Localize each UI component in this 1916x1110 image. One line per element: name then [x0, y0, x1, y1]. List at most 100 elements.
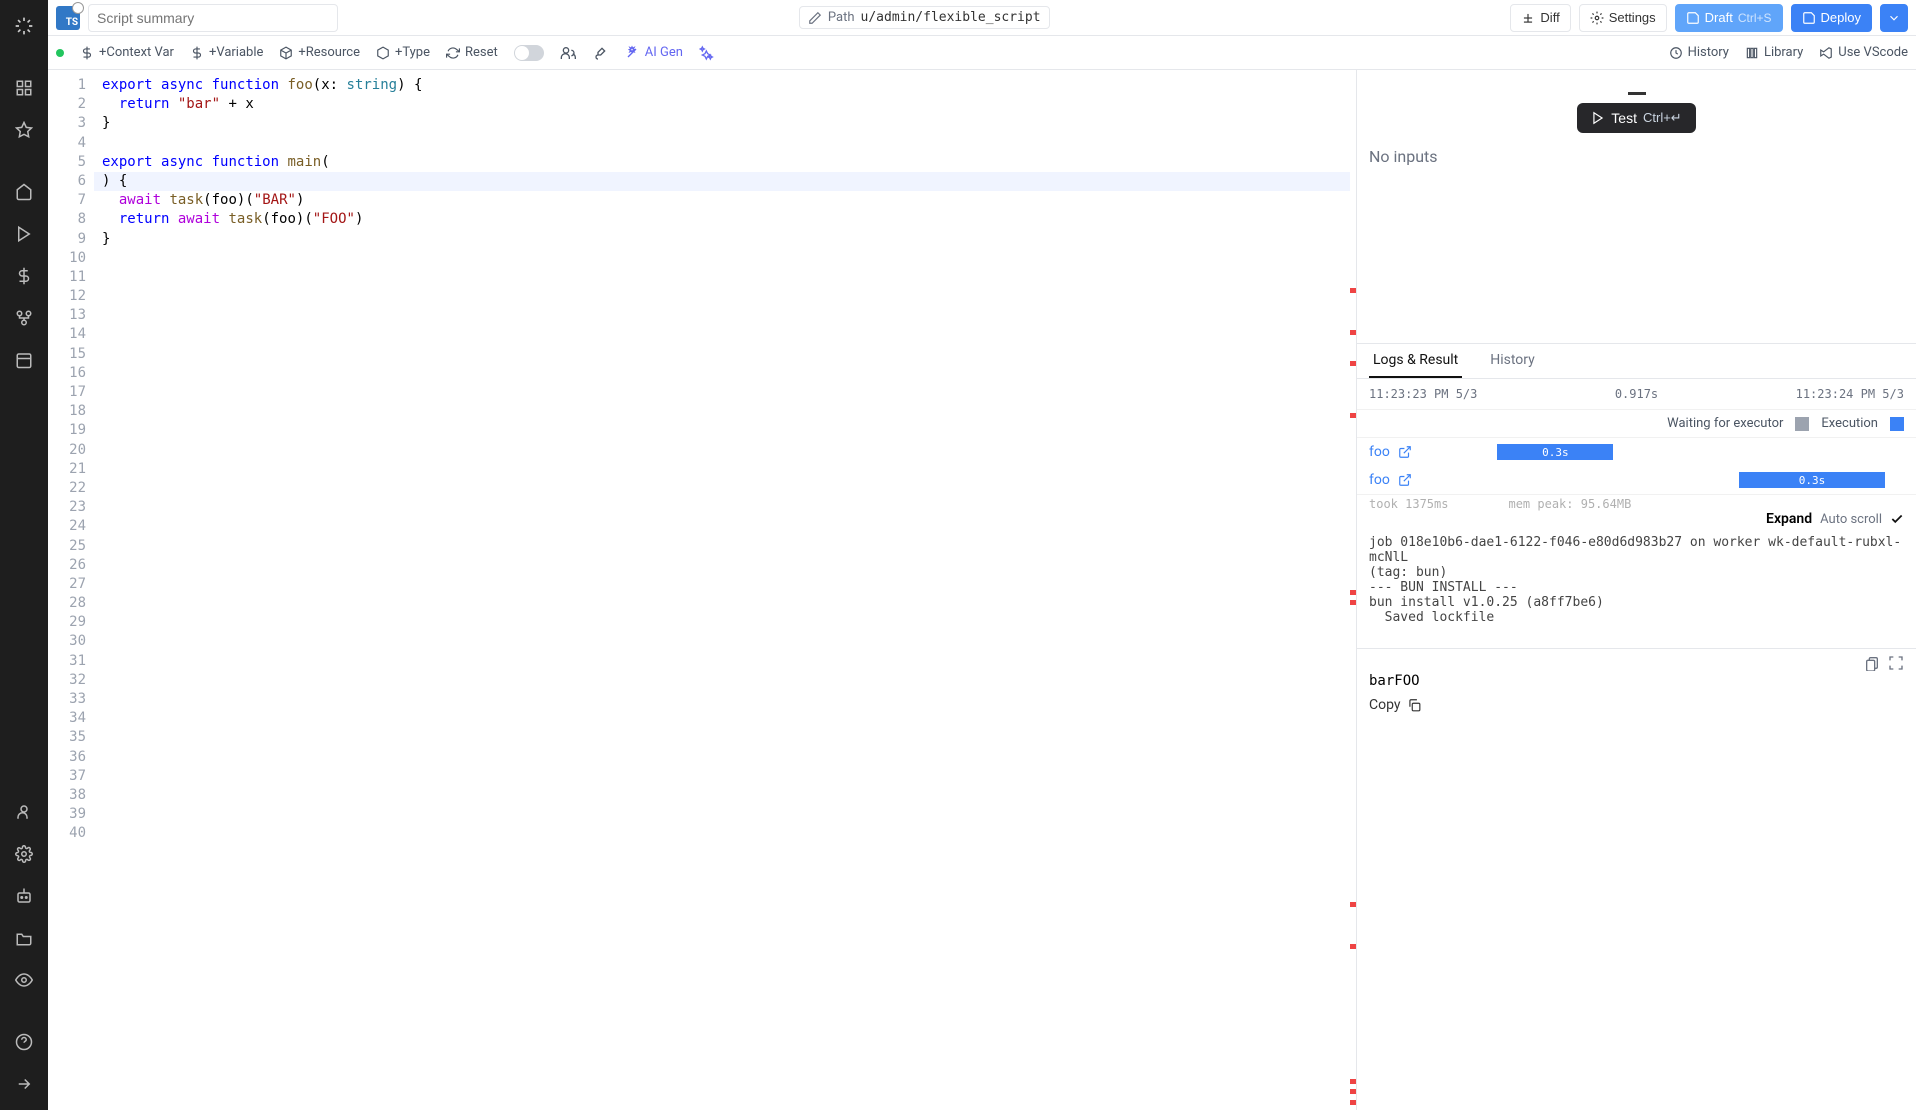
log-meta-faint: took 1375ms mem peak: 95.64MB: [1357, 495, 1916, 511]
path-group[interactable]: Path u/admin/flexible_script: [799, 6, 1050, 29]
ts-language-badge: TS: [56, 6, 80, 30]
path-value: u/admin/flexible_script: [861, 10, 1041, 25]
chevron-down-icon: [1887, 11, 1901, 25]
save-icon: [1686, 11, 1700, 25]
toolbar-toggle[interactable]: [514, 45, 544, 61]
drag-handle-icon[interactable]: [1628, 92, 1646, 95]
collapse-icon[interactable]: [8, 1068, 40, 1100]
users-icon-button[interactable]: [560, 45, 576, 61]
autoscroll-label: Auto scroll: [1820, 512, 1882, 527]
legend-swatch-gray: [1795, 417, 1809, 431]
diff-icon: [1521, 11, 1535, 25]
eye-icon[interactable]: [8, 964, 40, 996]
path-label: Path: [828, 10, 855, 25]
task-bar: 0.3s: [1739, 472, 1884, 488]
check-icon[interactable]: [1890, 512, 1904, 526]
calendar-icon[interactable]: [8, 344, 40, 376]
folder-icon[interactable]: [8, 922, 40, 954]
expand-button[interactable]: Expand: [1766, 511, 1812, 527]
tab-logs-result[interactable]: Logs & Result: [1369, 344, 1462, 378]
legend-execution-label: Execution: [1821, 416, 1878, 431]
save-icon: [1802, 11, 1816, 25]
draft-button[interactable]: Draft Ctrl+S: [1675, 4, 1783, 32]
library-button[interactable]: Library: [1745, 45, 1803, 60]
no-inputs-label: No inputs: [1357, 133, 1916, 180]
task-link[interactable]: foo: [1369, 472, 1390, 488]
task-timeline: foo 0.3s foo 0.3s: [1357, 438, 1916, 495]
pencil-icon: [808, 11, 822, 25]
brush-icon: [592, 45, 608, 61]
code-body[interactable]: export async function foo(x: string) { r…: [94, 70, 1350, 1110]
resource-button[interactable]: +Resource: [279, 45, 360, 60]
context-var-button[interactable]: +Context Var: [80, 45, 174, 60]
task-row: foo 0.3s: [1357, 466, 1916, 494]
gutter: 1234567891011121314151617181920212223242…: [48, 70, 94, 1110]
variable-button[interactable]: +Variable: [190, 45, 263, 60]
start-timestamp: 11:23:23 PM 5/3: [1369, 387, 1477, 401]
play-icon: [1591, 111, 1605, 125]
duration: 0.917s: [1615, 387, 1658, 401]
star-icon[interactable]: [8, 114, 40, 146]
task-bar: 0.3s: [1497, 444, 1613, 460]
app-logo-icon[interactable]: [8, 10, 40, 42]
result-value: barFOO: [1369, 673, 1904, 689]
sparkles-icon-button[interactable]: [699, 45, 715, 61]
copy-icon: [1407, 698, 1421, 712]
vscode-icon: [1819, 46, 1833, 60]
legend-row: Waiting for executor Execution: [1357, 410, 1916, 438]
log-output[interactable]: job 018e10b6-dae1-6122-f046-e80d6d983b27…: [1357, 531, 1916, 649]
play-icon[interactable]: [8, 218, 40, 250]
gear-icon[interactable]: [8, 838, 40, 870]
library-icon: [1745, 46, 1759, 60]
legend-waiting-label: Waiting for executor: [1667, 416, 1783, 431]
history-icon: [1669, 46, 1683, 60]
right-pane: Test Ctrl+↵ No inputs Logs & Result Hist…: [1356, 70, 1916, 1110]
timestamps-row: 11:23:23 PM 5/3 0.917s 11:23:24 PM 5/3: [1357, 379, 1916, 410]
use-vscode-button[interactable]: Use VScode: [1819, 45, 1908, 60]
tree-icon[interactable]: [8, 302, 40, 334]
sidebar-strip: [0, 0, 48, 1110]
hexagon-icon: [376, 46, 390, 60]
dollar-icon: [190, 46, 204, 60]
user-icon[interactable]: [8, 796, 40, 828]
test-button[interactable]: Test Ctrl+↵: [1577, 103, 1695, 133]
external-link-icon[interactable]: [1398, 473, 1412, 487]
home-icon[interactable]: [8, 176, 40, 208]
sparkles-icon: [699, 45, 715, 61]
header-row: TS Path u/admin/flexible_script Diff Set…: [48, 0, 1916, 36]
task-row: foo 0.3s: [1357, 438, 1916, 466]
result-tabs: Logs & Result History: [1357, 344, 1916, 379]
refresh-icon: [446, 46, 460, 60]
help-icon[interactable]: [8, 1026, 40, 1058]
deploy-dropdown-button[interactable]: [1880, 4, 1908, 32]
diff-button[interactable]: Diff: [1510, 4, 1570, 32]
status-dot-icon: [56, 49, 64, 57]
toolbar-row: +Context Var +Variable +Resource +Type R…: [48, 36, 1916, 70]
dollar-icon[interactable]: [8, 260, 40, 292]
type-button[interactable]: +Type: [376, 45, 430, 60]
legend-swatch-blue: [1890, 417, 1904, 431]
deploy-button[interactable]: Deploy: [1791, 4, 1872, 32]
maximize-icon[interactable]: [1888, 655, 1904, 671]
users-icon: [560, 45, 576, 61]
result-area: barFOO Copy: [1357, 649, 1916, 1110]
settings-button[interactable]: Settings: [1579, 4, 1667, 32]
task-link[interactable]: foo: [1369, 444, 1390, 460]
editor-change-marks: [1350, 70, 1356, 1110]
script-summary-input[interactable]: [88, 4, 338, 32]
external-link-icon[interactable]: [1398, 445, 1412, 459]
wand-icon: [624, 45, 640, 61]
grid-icon[interactable]: [8, 72, 40, 104]
ai-gen-button[interactable]: AI Gen: [624, 45, 683, 61]
end-timestamp: 11:23:24 PM 5/3: [1796, 387, 1904, 401]
reset-button[interactable]: Reset: [446, 45, 498, 60]
bot-icon[interactable]: [8, 880, 40, 912]
copy-button[interactable]: Copy: [1369, 697, 1904, 713]
brush-icon-button[interactable]: [592, 45, 608, 61]
run-area: Test Ctrl+↵ No inputs: [1357, 70, 1916, 344]
tab-history[interactable]: History: [1486, 344, 1539, 378]
clipboard-icon[interactable]: [1864, 655, 1880, 671]
expand-row: Expand Auto scroll: [1357, 511, 1916, 531]
code-editor[interactable]: 1234567891011121314151617181920212223242…: [48, 70, 1356, 1110]
history-button[interactable]: History: [1669, 45, 1729, 60]
